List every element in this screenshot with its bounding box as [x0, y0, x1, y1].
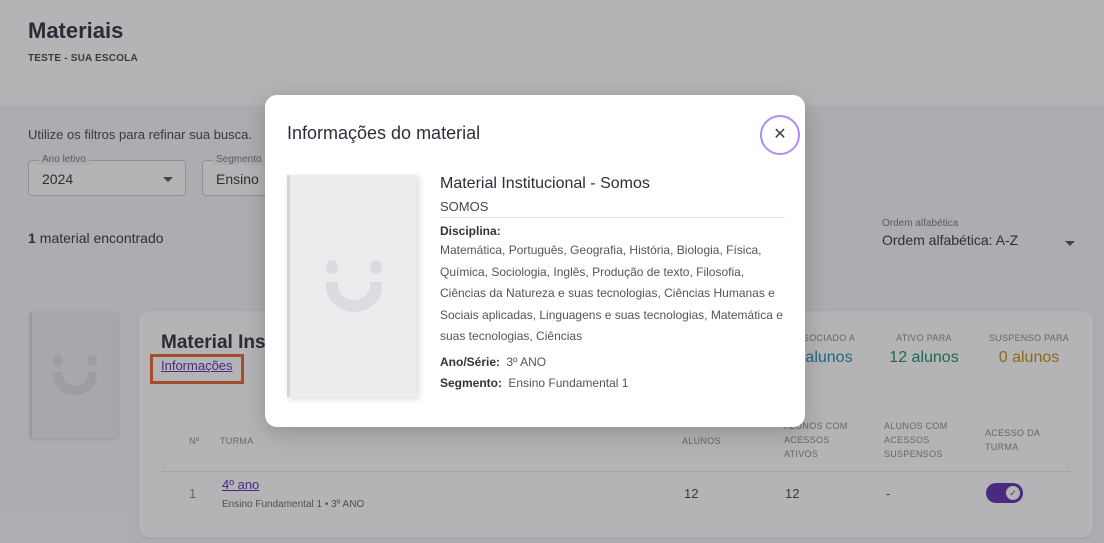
grade-label: Ano/Série:: [440, 355, 501, 369]
modal-title: Informações do material: [287, 123, 481, 143]
material-details: Material Institucional - Somos SOMOS Dis…: [440, 175, 785, 390]
material-publisher: SOMOS: [440, 199, 785, 218]
discipline-list: Matemática, Português, Geografia, Histór…: [440, 243, 783, 343]
close-icon: ✕: [773, 126, 787, 143]
smile-placeholder-icon: [325, 260, 382, 312]
discipline-label: Disciplina:: [440, 224, 501, 238]
segment-value: Ensino Fundamental 1: [508, 376, 629, 390]
grade-row: Ano/Série: 3º ANO: [440, 355, 785, 369]
segment-row: Segmento: Ensino Fundamental 1: [440, 376, 785, 390]
segment-label: Segmento:: [440, 376, 503, 390]
close-button[interactable]: ✕: [760, 115, 800, 155]
modal-material-cover: [287, 175, 417, 397]
material-name: Material Institucional - Somos: [440, 175, 650, 192]
material-info-modal: Informações do material ✕ Material Insti…: [265, 95, 805, 427]
grade-value: 3º ANO: [506, 355, 547, 369]
